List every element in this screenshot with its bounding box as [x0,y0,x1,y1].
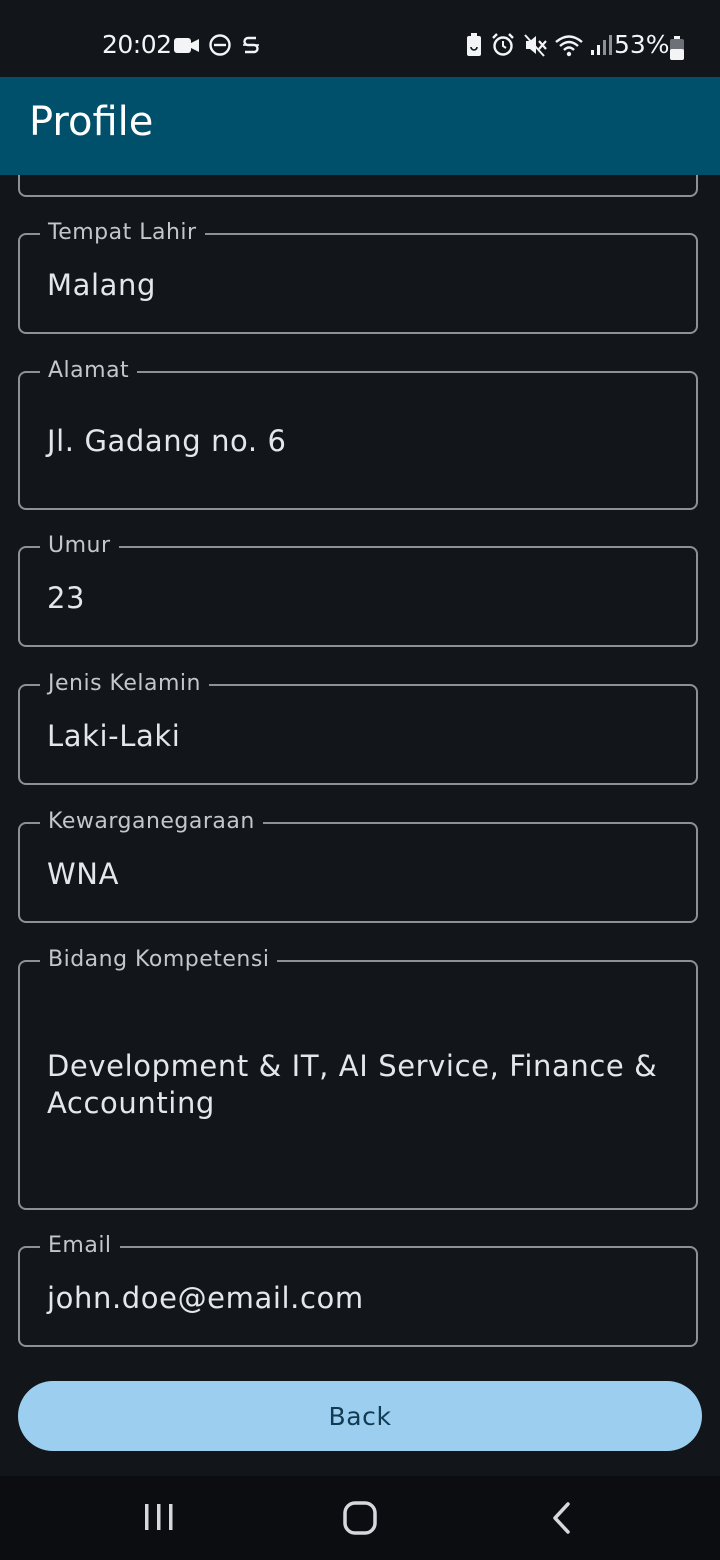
home-icon[interactable] [342,1500,378,1540]
field-value: Laki-Laki [47,719,181,753]
field-label: Alamat [40,358,138,383]
navigation-bar [0,1476,720,1560]
video-camera-icon [174,34,200,60]
battery-icon [670,36,684,64]
do-not-disturb-icon [208,33,232,61]
umur-field[interactable]: Umur 23 [18,533,698,647]
app-bar: Profile [0,77,720,175]
s-app-icon [240,33,262,61]
bidang-kompetensi-field[interactable]: Bidang Kompetensi Development & IT, AI S… [18,947,698,1210]
status-time: 20:02 [102,30,172,59]
battery-percentage: 53% [614,30,670,59]
field-value: Malang [47,268,157,302]
field-label: Email [40,1233,120,1258]
jenis-kelamin-field[interactable]: Jenis Kelamin Laki-Laki [18,671,698,785]
field-label: Tempat Lahir [40,220,205,245]
screen: 20:02 53% Profile Tempat Lahir Malang Al… [0,0,720,1560]
field-value: Jl. Gadang no. 6 [47,424,287,458]
back-button[interactable]: Back [18,1381,702,1451]
field-value: john.doe@email.com [47,1281,364,1315]
field-label: Umur [40,533,119,558]
field-value: Development & IT, AI Service, Finance & … [47,1049,658,1120]
tempat-lahir-field[interactable]: Tempat Lahir Malang [18,220,698,334]
field-label: Jenis Kelamin [40,671,209,696]
field-value: WNA [47,857,120,891]
alarm-icon [490,32,516,62]
field-label: Kewarganegaraan [40,809,263,834]
email-field[interactable]: Email john.doe@email.com [18,1233,698,1347]
field-label: Bidang Kompetensi [40,947,278,972]
page-title: Profile [29,99,154,145]
battery-saver-icon [464,32,484,62]
alamat-field[interactable]: Alamat Jl. Gadang no. 6 [18,358,698,510]
kewarganegaraan-field[interactable]: Kewarganegaraan WNA [18,809,698,923]
vibrate-mute-icon [522,32,548,62]
profile-form: Tempat Lahir Malang Alamat Jl. Gadang no… [0,175,720,1475]
recent-apps-icon[interactable] [143,1502,175,1536]
back-icon[interactable] [550,1500,574,1540]
signal-icon [590,33,612,61]
wifi-icon [554,32,584,62]
profile-field-top-partial[interactable] [18,175,698,197]
field-value: 23 [47,581,86,615]
status-bar: 20:02 53% [0,0,720,77]
